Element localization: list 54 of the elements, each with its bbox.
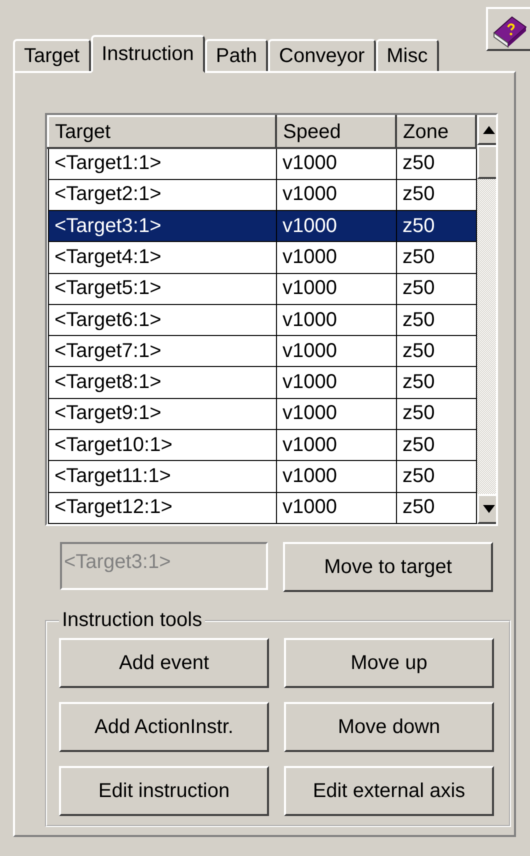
table-cell: <Target10:1> bbox=[48, 430, 276, 461]
table-cell: z50 bbox=[396, 210, 476, 242]
tab[interactable]: Instruction bbox=[90, 35, 205, 73]
table-cell: v1000 bbox=[276, 242, 396, 274]
table-cell: v1000 bbox=[276, 304, 396, 336]
tool-button[interactable]: Move up bbox=[284, 638, 494, 688]
scroll-down-button[interactable] bbox=[477, 494, 496, 524]
move-to-target-button[interactable]: Move to target bbox=[283, 542, 493, 592]
table-cell: z50 bbox=[396, 460, 476, 492]
table-cell: v1000 bbox=[276, 148, 396, 180]
tab[interactable]: Misc bbox=[376, 39, 439, 71]
down-arrow-icon bbox=[483, 505, 495, 513]
table-cell: <Target3:1> bbox=[48, 210, 276, 242]
table-cell: <Target12:1> bbox=[48, 492, 276, 524]
table-cell: <Target1:1> bbox=[48, 148, 276, 180]
table-cell: v1000 bbox=[276, 273, 396, 304]
column-header[interactable]: Target bbox=[48, 116, 276, 148]
table-cell: v1000 bbox=[276, 398, 396, 430]
table-cell: v1000 bbox=[276, 430, 396, 461]
tool-button[interactable]: Move down bbox=[284, 702, 494, 752]
table-cell: <Target5:1> bbox=[48, 273, 276, 304]
table-cell: z50 bbox=[396, 492, 476, 524]
table-cell: <Target4:1> bbox=[48, 242, 276, 274]
column-header[interactable]: Speed bbox=[276, 116, 396, 148]
table-cell: <Target11:1> bbox=[48, 460, 276, 492]
table-cell: z50 bbox=[396, 366, 476, 398]
scrollbar-thumb[interactable] bbox=[477, 145, 496, 179]
tool-button[interactable]: Edit external axis bbox=[284, 766, 494, 816]
help-button[interactable] bbox=[486, 7, 530, 51]
table-cell: v1000 bbox=[276, 210, 396, 242]
table-cell: z50 bbox=[396, 304, 476, 336]
table-cell: z50 bbox=[396, 273, 476, 304]
tool-button[interactable]: Add ActionInstr. bbox=[59, 702, 269, 752]
table-cell: v1000 bbox=[276, 366, 396, 398]
scroll-up-button[interactable] bbox=[477, 115, 496, 145]
table-cell: v1000 bbox=[276, 492, 396, 524]
table-cell: <Target8:1> bbox=[48, 366, 276, 398]
tab[interactable]: Path bbox=[204, 39, 268, 71]
table-cell: z50 bbox=[396, 148, 476, 180]
table-cell: z50 bbox=[396, 430, 476, 461]
table-cell: z50 bbox=[396, 398, 476, 430]
tab[interactable]: Target bbox=[13, 39, 91, 71]
column-header[interactable]: Zone bbox=[396, 116, 476, 148]
tool-button[interactable]: Edit instruction bbox=[59, 766, 269, 816]
tool-button[interactable]: Add event bbox=[59, 638, 269, 688]
up-arrow-icon bbox=[483, 126, 495, 134]
table-cell: v1000 bbox=[276, 336, 396, 367]
table-cell: <Target9:1> bbox=[48, 398, 276, 430]
table-cell: <Target7:1> bbox=[48, 336, 276, 367]
table-cell: z50 bbox=[396, 336, 476, 367]
table-cell: v1000 bbox=[276, 460, 396, 492]
table-cell: z50 bbox=[396, 242, 476, 274]
tab[interactable]: Conveyor bbox=[268, 39, 376, 71]
table-cell: <Target6:1> bbox=[48, 304, 276, 336]
